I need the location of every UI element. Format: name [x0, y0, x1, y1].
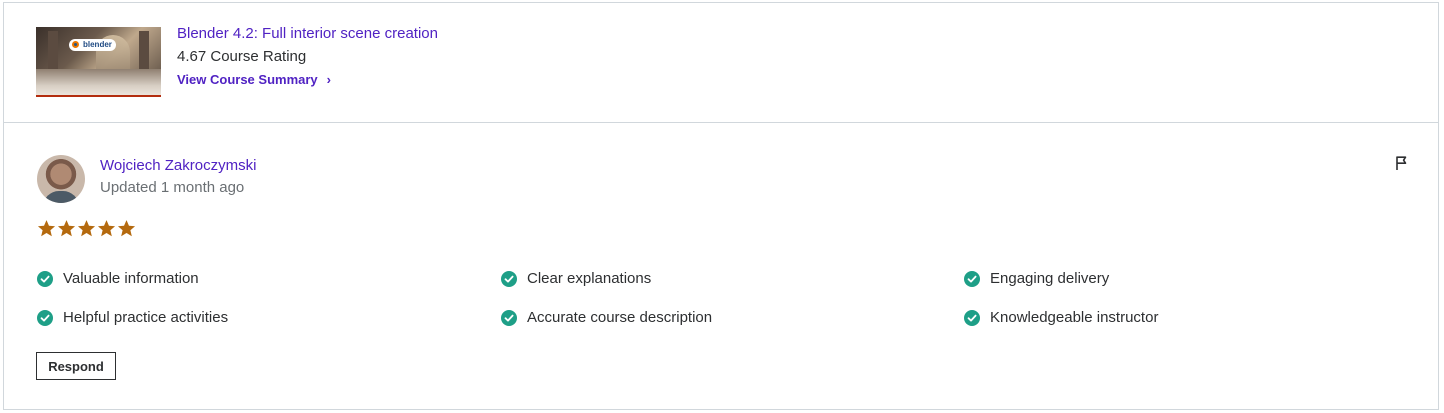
course-thumbnail[interactable]: blender	[36, 27, 161, 97]
star-icon	[117, 220, 136, 237]
blender-logo: blender	[69, 39, 116, 51]
review-body: Wojciech Zakroczymski Updated 1 month ag…	[4, 123, 1438, 409]
star-icon	[97, 220, 116, 237]
view-course-summary-link[interactable]: View Course Summary ›	[177, 72, 331, 87]
avatar	[37, 155, 85, 203]
review-tag-label: Accurate course description	[527, 309, 713, 326]
thumbnail-floor	[36, 69, 161, 97]
star-rating	[37, 219, 137, 239]
check-circle-icon	[964, 310, 980, 326]
review-tag-label: Engaging delivery	[990, 270, 1110, 287]
review-tag-label: Knowledgeable instructor	[990, 309, 1159, 326]
thumbnail-progress-line	[36, 95, 161, 97]
course-header: blender Blender 4.2: Full interior scene…	[4, 3, 1438, 123]
course-title-link[interactable]: Blender 4.2: Full interior scene creatio…	[177, 25, 438, 42]
blender-logo-icon	[71, 40, 80, 49]
course-rating: 4.67 Course Rating	[177, 48, 307, 65]
review-tag-label: Valuable information	[63, 270, 199, 287]
check-circle-icon	[37, 310, 53, 326]
review-updated-time: Updated 1 month ago	[100, 179, 245, 196]
blender-logo-text: blender	[83, 40, 112, 49]
chevron-right-icon: ›	[326, 72, 331, 87]
check-circle-icon	[501, 271, 517, 287]
star-icon	[57, 220, 76, 237]
review-tag-label: Helpful practice activities	[63, 309, 229, 326]
check-circle-icon	[501, 310, 517, 326]
star-icon	[37, 220, 56, 237]
avatar-shirt	[43, 191, 79, 203]
reviewer-name-link[interactable]: Wojciech Zakroczymski	[100, 157, 256, 174]
check-circle-icon	[37, 271, 53, 287]
star-icon	[77, 220, 96, 237]
check-circle-icon	[964, 271, 980, 287]
view-course-summary-label: View Course Summary	[177, 72, 318, 87]
review-card: blender Blender 4.2: Full interior scene…	[3, 2, 1439, 410]
flag-icon[interactable]	[1394, 155, 1410, 171]
respond-button[interactable]: Respond	[36, 352, 116, 380]
review-tag-label: Clear explanations	[527, 270, 652, 287]
